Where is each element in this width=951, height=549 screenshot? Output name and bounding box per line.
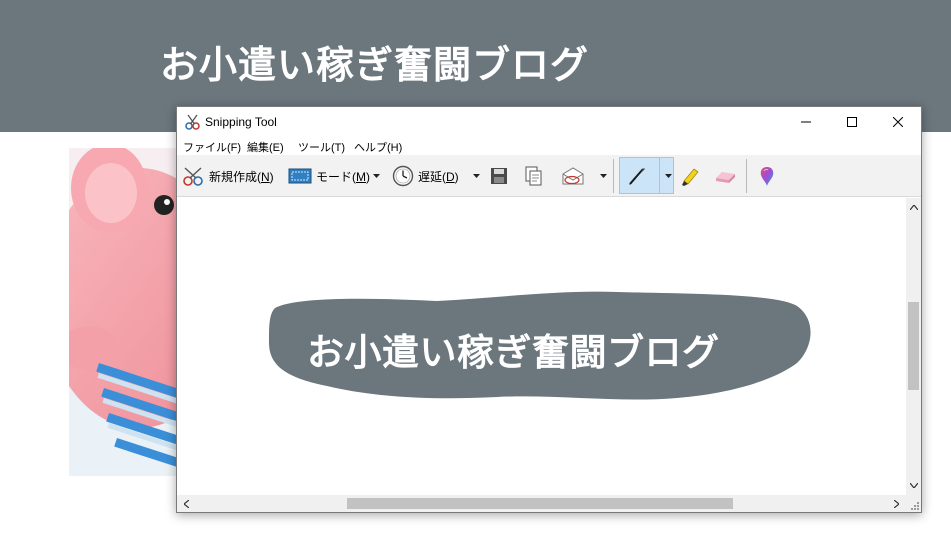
- title-bar[interactable]: Snipping Tool: [177, 107, 921, 137]
- close-icon: [893, 117, 903, 127]
- screen: お小遣い稼ぎ奮闘ブログ Snipping Tool ファイル(F) 編集(E) …: [0, 0, 951, 549]
- blog-title[interactable]: お小遣い稼ぎ奮闘ブログ: [160, 34, 589, 89]
- close-button[interactable]: [875, 107, 921, 137]
- resize-grip[interactable]: [906, 495, 921, 512]
- toolbar: 新規作成(N) モード(M) 遅延(D): [177, 155, 921, 197]
- window-title: Snipping Tool: [205, 115, 277, 129]
- pen-dropdown-button[interactable]: [661, 155, 675, 197]
- delay-label: 遅延(D): [418, 169, 459, 184]
- chevron-up-icon: [909, 205, 918, 210]
- copy-button[interactable]: [524, 155, 544, 197]
- highlighter-button[interactable]: [679, 155, 701, 197]
- menu-file[interactable]: ファイル(F): [183, 139, 241, 155]
- menu-edit[interactable]: 編集(E): [247, 139, 284, 155]
- dropdown-arrow-icon: [599, 174, 607, 178]
- chevron-left-icon: [184, 499, 189, 508]
- vertical-scrollbar[interactable]: [906, 198, 921, 495]
- mode-label: モード(M): [316, 169, 370, 184]
- envelope-icon: [562, 167, 584, 185]
- new-snip-label: 新規作成(N): [209, 169, 274, 184]
- dropdown-arrow-icon: [664, 174, 672, 178]
- snip-canvas[interactable]: お小遣い稼ぎ奮闘ブログ: [177, 198, 906, 495]
- pen-icon: [629, 168, 645, 185]
- scroll-down-button[interactable]: [906, 478, 921, 493]
- toolbar-separator: [746, 159, 747, 193]
- new-snip-button[interactable]: 新規作成(N): [181, 155, 274, 197]
- pen-split-divider: [659, 157, 660, 194]
- snipping-tool-window: Snipping Tool ファイル(F) 編集(E) ツール(T) ヘルプ(H…: [176, 106, 922, 513]
- eraser-button[interactable]: [713, 155, 737, 197]
- mode-button[interactable]: モード(M): [288, 155, 370, 197]
- scroll-up-button[interactable]: [906, 200, 921, 215]
- pen-button[interactable]: [626, 155, 648, 197]
- piggy-bank-image: [69, 148, 189, 476]
- dropdown-arrow-icon: [372, 174, 380, 178]
- rectangle-mode-icon: [288, 168, 312, 184]
- paint3d-icon: [760, 167, 774, 186]
- clock-icon: [392, 165, 414, 187]
- send-dropdown-button[interactable]: [596, 155, 610, 197]
- highlighter-icon: [682, 168, 699, 186]
- menu-help[interactable]: ヘルプ(H): [354, 139, 402, 155]
- mode-dropdown-button[interactable]: [369, 155, 383, 197]
- minimize-icon: [801, 121, 811, 123]
- maximize-icon: [847, 117, 857, 127]
- chevron-right-icon: [894, 499, 899, 508]
- delay-button[interactable]: 遅延(D): [392, 155, 459, 197]
- minimize-button[interactable]: [783, 107, 829, 137]
- chevron-down-icon: [909, 483, 918, 488]
- scroll-right-button[interactable]: [889, 496, 904, 511]
- menu-tools[interactable]: ツール(T): [298, 139, 345, 155]
- scissors-icon: [184, 113, 202, 131]
- piggy-bank-photo: [69, 148, 189, 476]
- scroll-left-button[interactable]: [179, 496, 194, 511]
- eraser-icon: [716, 172, 735, 183]
- toolbar-separator: [613, 159, 614, 193]
- save-icon: [491, 168, 507, 184]
- resize-grip-icon: [911, 502, 919, 510]
- horizontal-scrollbar[interactable]: [177, 495, 906, 512]
- horizontal-scroll-thumb[interactable]: [347, 498, 733, 509]
- send-snip-button[interactable]: [561, 155, 585, 197]
- dropdown-arrow-icon: [472, 174, 480, 178]
- snip-captured-text: お小遣い稼ぎ奮闘ブログ: [307, 331, 720, 374]
- scissors-icon: [183, 167, 203, 186]
- menu-bar: ファイル(F) 編集(E) ツール(T) ヘルプ(H): [177, 137, 921, 155]
- edit-with-paint3d-button[interactable]: [757, 155, 777, 197]
- delay-dropdown-button[interactable]: [469, 155, 483, 197]
- vertical-scroll-thumb[interactable]: [908, 302, 919, 390]
- save-button[interactable]: [489, 155, 509, 197]
- copy-icon: [525, 166, 542, 186]
- maximize-button[interactable]: [829, 107, 875, 137]
